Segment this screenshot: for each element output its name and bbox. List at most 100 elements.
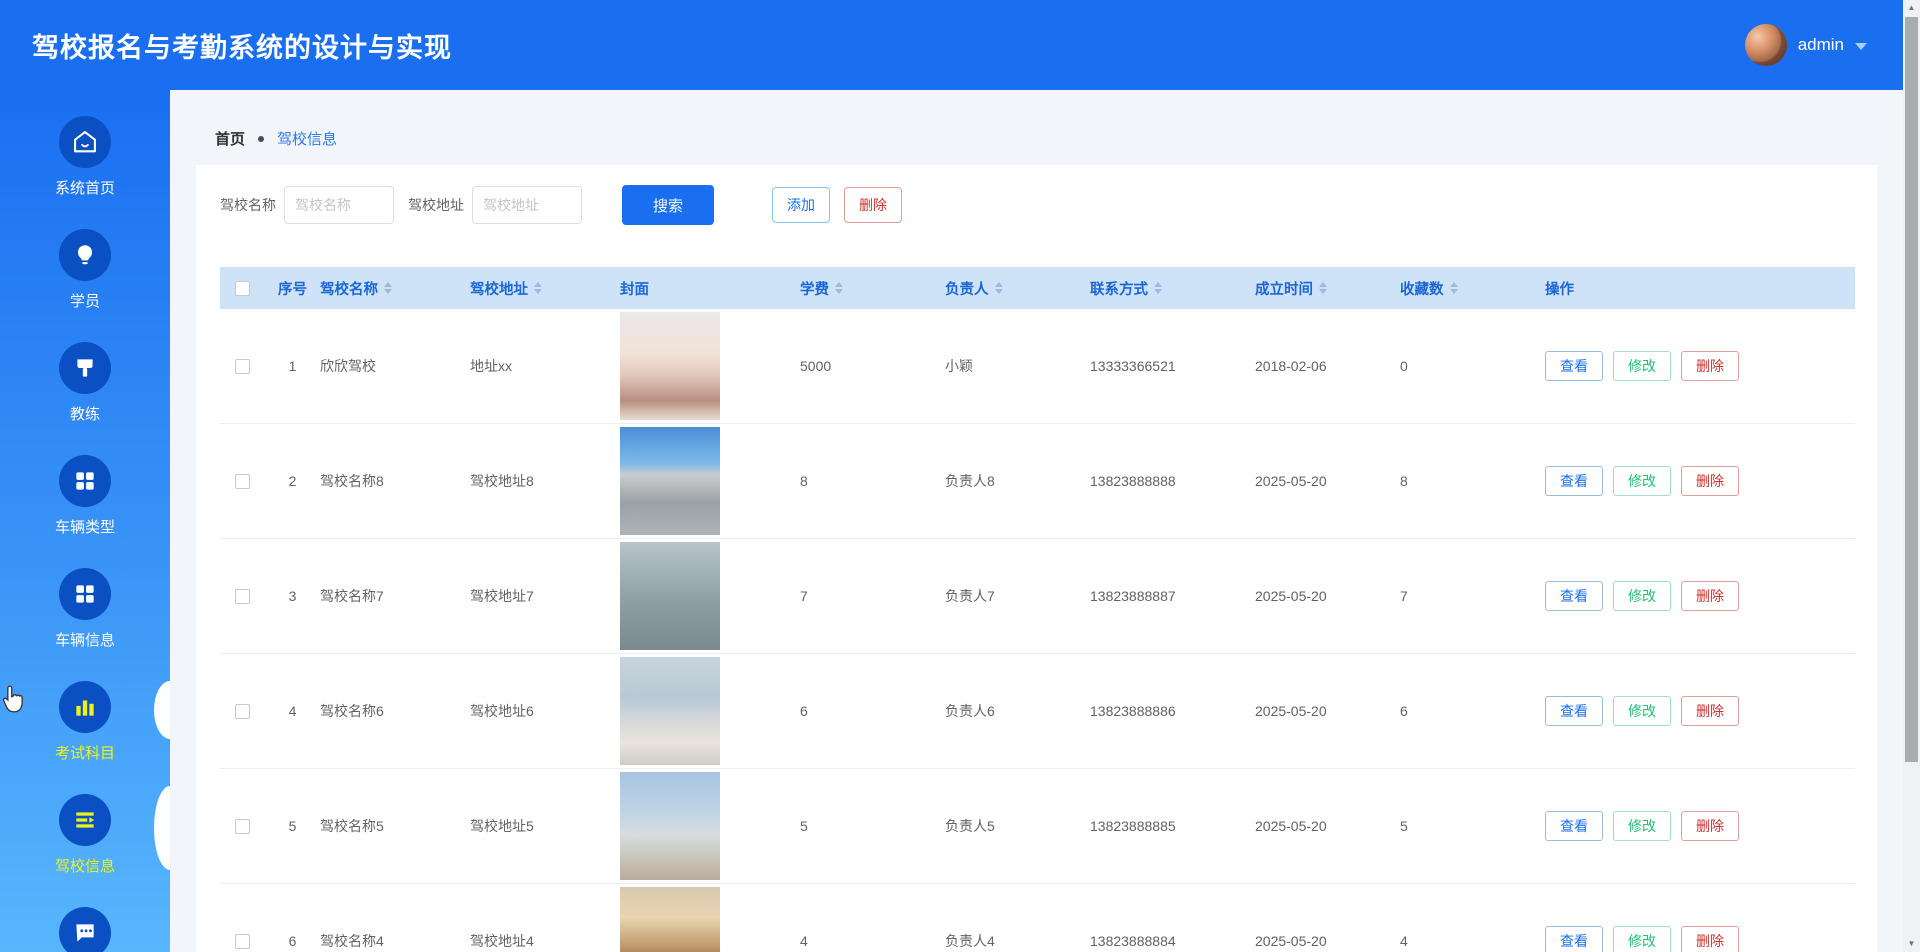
username-label: admin	[1798, 35, 1844, 55]
row-checkbox[interactable]	[235, 589, 250, 604]
table-header-row: 序号驾校名称驾校地址封面学费负责人联系方式成立时间收藏数操作	[220, 267, 1855, 309]
delete-row-button[interactable]: 删除	[1681, 696, 1739, 726]
view-button[interactable]: 查看	[1545, 811, 1603, 841]
sort-icon[interactable]	[1319, 278, 1327, 298]
column-header: 驾校名称	[320, 278, 470, 299]
vertical-scrollbar[interactable]: ▲ ▼	[1903, 0, 1920, 952]
search-toolbar: 驾校名称 驾校地址 搜索 添加 删除	[220, 185, 1853, 225]
edit-button[interactable]: 修改	[1613, 926, 1671, 952]
column-header-label: 收藏数	[1400, 278, 1444, 299]
cell-phone: 13823888885	[1090, 818, 1255, 834]
view-button[interactable]: 查看	[1545, 696, 1603, 726]
sidebar-item-vehicle-info[interactable]: 车辆信息	[0, 568, 170, 681]
cell-school-name: 驾校名称4	[320, 931, 470, 951]
search-button[interactable]: 搜索	[622, 185, 714, 225]
grid-icon	[59, 455, 111, 507]
sort-icon[interactable]	[1154, 278, 1162, 298]
column-header-label: 学费	[800, 278, 829, 299]
edit-button[interactable]: 修改	[1613, 811, 1671, 841]
school-address-input[interactable]	[472, 186, 582, 224]
sidebar-item-label: 考试科目	[55, 742, 115, 763]
school-name-label: 驾校名称	[220, 195, 276, 215]
row-checkbox[interactable]	[235, 819, 250, 834]
school-name-input[interactable]	[284, 186, 394, 224]
sidebar-item-students[interactable]: 学员	[0, 229, 170, 342]
row-checkbox[interactable]	[235, 934, 250, 949]
column-header-label: 联系方式	[1090, 278, 1148, 299]
sort-icon[interactable]	[534, 278, 542, 298]
view-button[interactable]: 查看	[1545, 926, 1603, 952]
cell-fee: 8	[800, 473, 945, 489]
row-checkbox[interactable]	[235, 359, 250, 374]
view-button[interactable]: 查看	[1545, 351, 1603, 381]
edit-button[interactable]: 修改	[1613, 466, 1671, 496]
sidebar-item-label: 教练	[70, 403, 100, 424]
column-header: 驾校地址	[470, 278, 620, 299]
column-header: 联系方式	[1090, 278, 1255, 299]
view-button[interactable]: 查看	[1545, 581, 1603, 611]
cell-phone: 13823888888	[1090, 473, 1255, 489]
cell-date: 2025-05-20	[1255, 933, 1400, 949]
breadcrumb: 首页 驾校信息	[215, 128, 337, 149]
delete-row-button[interactable]: 删除	[1681, 926, 1739, 952]
select-all-cell	[220, 281, 265, 296]
user-menu[interactable]: admin	[1745, 24, 1867, 66]
cell-phone: 13333366521	[1090, 358, 1255, 374]
scrollbar-thumb[interactable]	[1905, 17, 1918, 762]
table-row: 4驾校名称6驾校地址66负责人6138238888862025-05-206查看…	[220, 654, 1855, 769]
breadcrumb-current[interactable]: 驾校信息	[277, 128, 337, 149]
cell-school-address: 驾校地址7	[470, 586, 620, 606]
cell-manager: 负责人6	[945, 701, 1090, 721]
cell-phone: 13823888886	[1090, 703, 1255, 719]
cell-no: 3	[265, 588, 320, 604]
app-title: 驾校报名与考勤系统的设计与实现	[32, 26, 452, 65]
cell-fee: 6	[800, 703, 945, 719]
cell-date: 2025-05-20	[1255, 703, 1400, 719]
edit-button[interactable]: 修改	[1613, 696, 1671, 726]
home-icon	[59, 116, 111, 168]
parking-lot-photo	[620, 542, 720, 650]
cell-fav: 5	[1400, 818, 1545, 834]
sort-icon[interactable]	[384, 278, 392, 298]
grid-icon	[59, 568, 111, 620]
sort-icon[interactable]	[995, 278, 1003, 298]
add-button[interactable]: 添加	[772, 187, 830, 223]
cell-fav: 7	[1400, 588, 1545, 604]
sort-icon[interactable]	[835, 278, 843, 298]
sidebar-item-home[interactable]: 系统首页	[0, 116, 170, 229]
breadcrumb-home[interactable]: 首页	[215, 128, 245, 149]
edit-button[interactable]: 修改	[1613, 581, 1671, 611]
cell-manager: 负责人7	[945, 586, 1090, 606]
school-address-label: 驾校地址	[408, 195, 464, 215]
sidebar-item-vehicle-type[interactable]: 车辆类型	[0, 455, 170, 568]
column-header-label: 驾校名称	[320, 278, 378, 299]
row-checkbox[interactable]	[235, 704, 250, 719]
sidebar-item-label: 系统首页	[55, 177, 115, 198]
view-button[interactable]: 查看	[1545, 466, 1603, 496]
cell-date: 2025-05-20	[1255, 473, 1400, 489]
scroll-up-arrow-icon[interactable]: ▲	[1903, 0, 1920, 16]
content-card: 驾校名称 驾校地址 搜索 添加 删除 序号驾校名称驾校地址封面学费负责人联系方式…	[196, 165, 1877, 952]
cell-school-address: 地址xx	[470, 356, 620, 376]
cell-phone: 13823888887	[1090, 588, 1255, 604]
city-cars-photo	[620, 657, 720, 765]
sidebar-item-messages[interactable]	[0, 907, 170, 952]
delete-row-button[interactable]: 删除	[1681, 581, 1739, 611]
delete-row-button[interactable]: 删除	[1681, 811, 1739, 841]
user-avatar[interactable]	[1745, 24, 1787, 66]
edit-button[interactable]: 修改	[1613, 351, 1671, 381]
cell-school-name: 驾校名称6	[320, 701, 470, 721]
delete-row-button[interactable]: 删除	[1681, 466, 1739, 496]
row-checkbox[interactable]	[235, 474, 250, 489]
cell-no: 5	[265, 818, 320, 834]
scroll-down-arrow-icon[interactable]: ▼	[1903, 936, 1920, 952]
delete-button[interactable]: 删除	[844, 187, 902, 223]
column-header: 操作	[1545, 278, 1855, 299]
sort-icon[interactable]	[1450, 278, 1458, 298]
sidebar-item-coaches[interactable]: 教练	[0, 342, 170, 455]
delete-row-button[interactable]: 删除	[1681, 351, 1739, 381]
cell-manager: 负责人4	[945, 931, 1090, 951]
sidebar-item-school-info[interactable]: 驾校信息	[0, 794, 170, 907]
select-all-checkbox[interactable]	[235, 281, 250, 296]
table-row: 5驾校名称5驾校地址55负责人5138238888852025-05-205查看…	[220, 769, 1855, 884]
